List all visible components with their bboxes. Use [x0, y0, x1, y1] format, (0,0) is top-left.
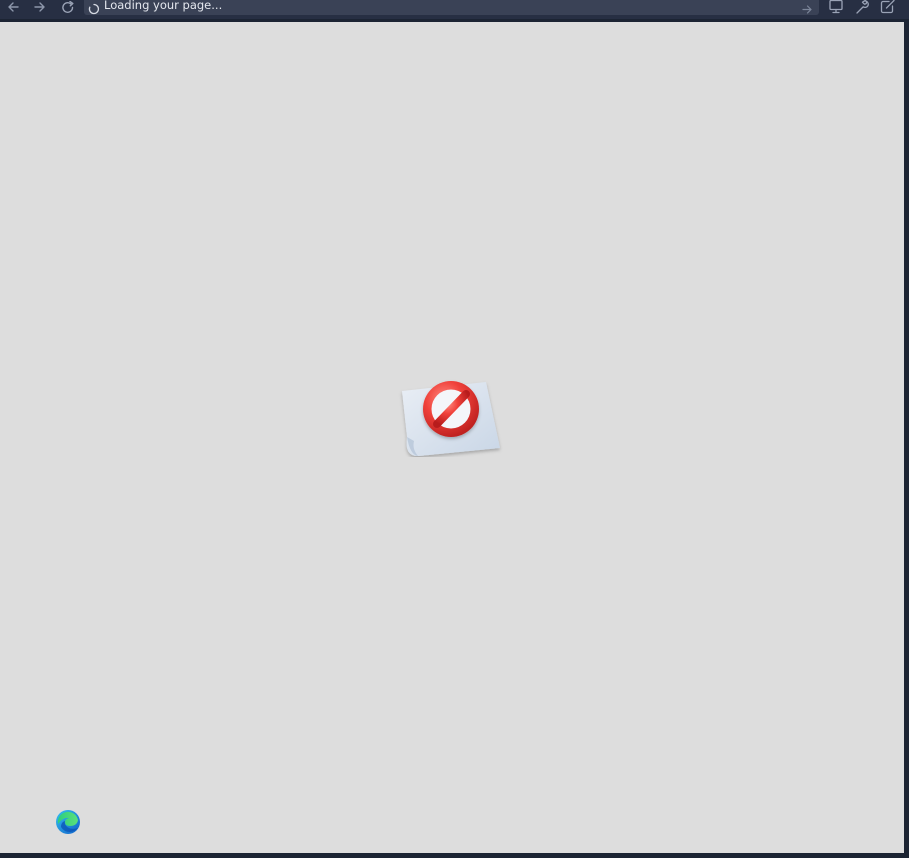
browser-window: Loading your page... — [0, 0, 909, 858]
edge-logo — [55, 809, 81, 835]
wrench-icon — [854, 0, 870, 14]
go-button[interactable] — [801, 0, 813, 19]
browser-toolbar: Loading your page... — [0, 0, 909, 19]
tools-button[interactable] — [852, 0, 872, 14]
external-edit-icon — [880, 0, 896, 14]
reload-button[interactable] — [59, 0, 77, 14]
address-bar[interactable]: Loading your page... — [84, 0, 819, 15]
blocked-page-icon — [398, 377, 504, 457]
arrow-left-icon — [6, 1, 20, 13]
address-status-text: Loading your page... — [104, 0, 223, 12]
arrow-right-icon — [33, 1, 47, 13]
arrow-right-icon — [801, 0, 813, 19]
reload-icon — [61, 0, 75, 14]
device-view-button[interactable] — [826, 0, 846, 14]
open-external-button[interactable] — [878, 0, 898, 14]
monitor-icon — [828, 0, 844, 14]
loading-spinner-icon — [88, 0, 100, 15]
back-button[interactable] — [4, 0, 22, 14]
page-content-area — [0, 22, 904, 853]
forward-button[interactable] — [31, 0, 49, 14]
